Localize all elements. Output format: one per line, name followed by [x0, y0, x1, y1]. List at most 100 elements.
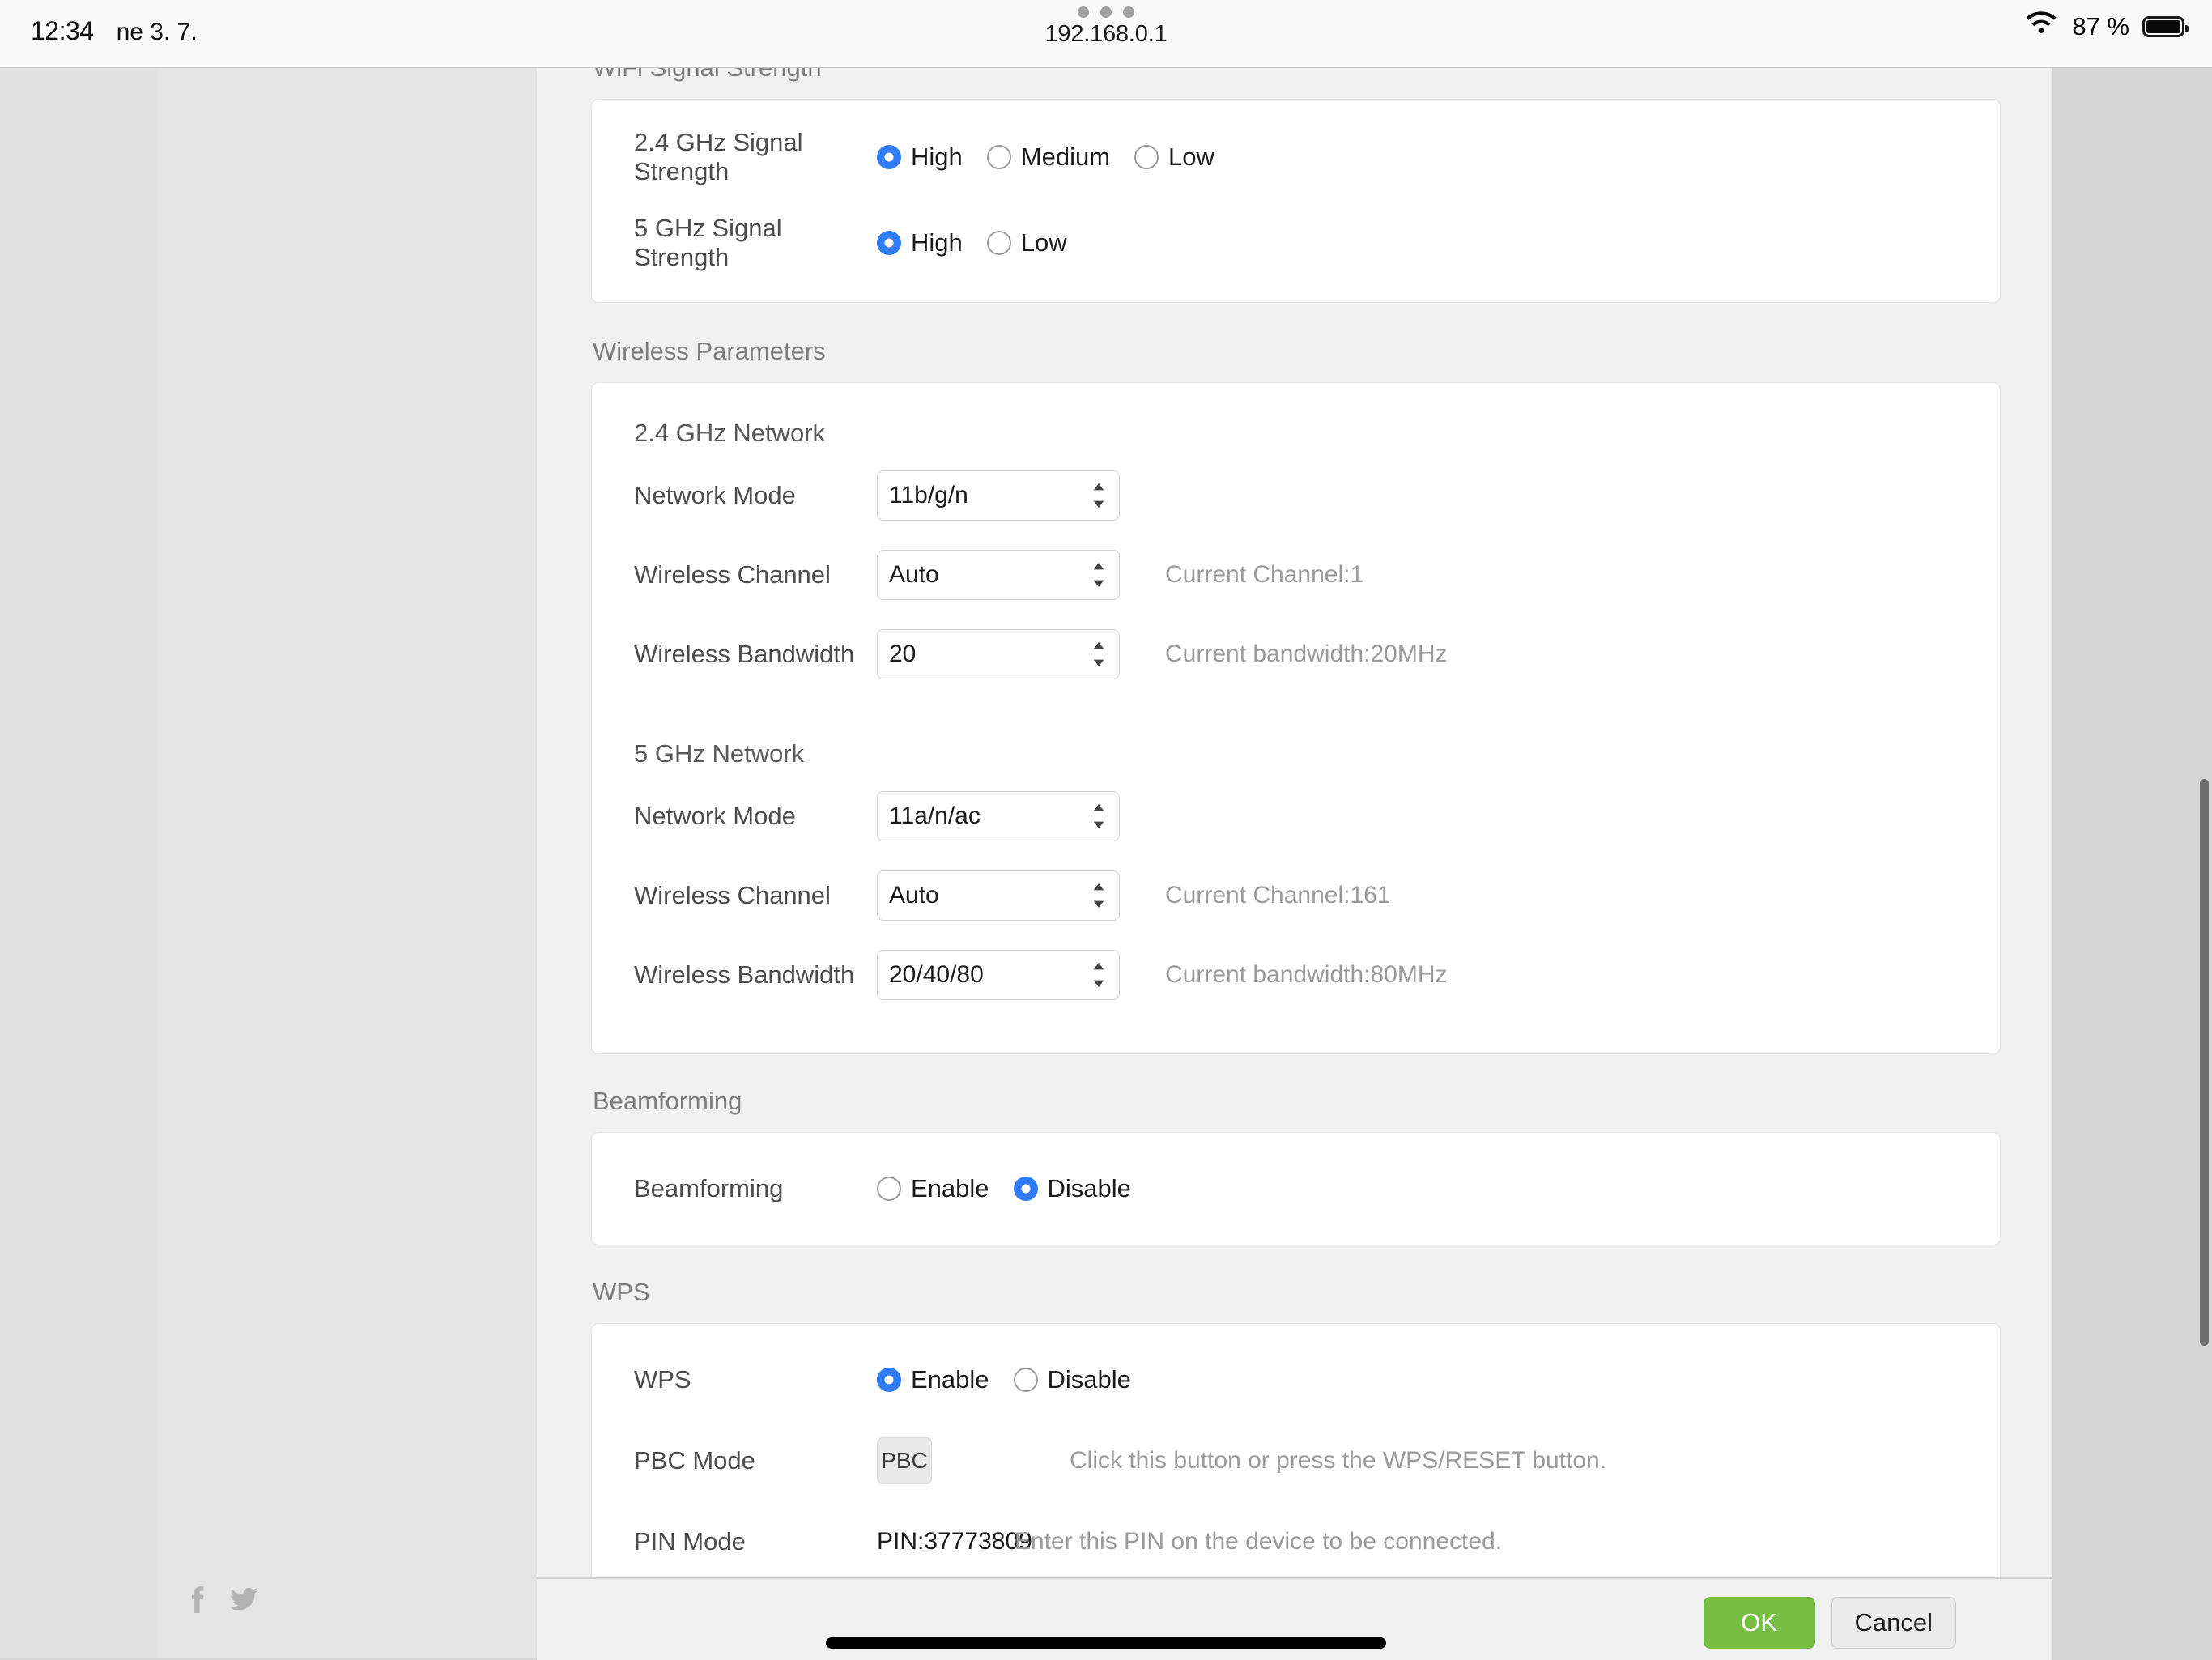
multitask-dots-icon[interactable]	[0, 6, 2212, 18]
status-bar-right: 87 %	[2023, 11, 2189, 41]
battery-percent-label: 87 %	[2072, 11, 2129, 40]
subheading-5ghz-network: 5 GHz Network	[634, 739, 805, 768]
footer-actions: OK Cancel	[1703, 1597, 1956, 1649]
status-bar-center: 192.168.0.1	[0, 6, 2212, 48]
label-network-mode: Network Mode	[634, 481, 796, 509]
radio-beamforming-enable[interactable]: Enable	[877, 1174, 989, 1203]
select-value: 11b/g/n	[889, 482, 968, 509]
ios-status-bar: 12:34 ne 3. 7. 192.168.0.1 87 %	[0, 0, 2212, 68]
radio-group-5ghz-signal: High Low	[877, 228, 1067, 258]
select-24ghz-wireless-channel[interactable]: Auto	[877, 550, 1120, 600]
radio-dot	[986, 231, 1011, 255]
row-pin-mode: PIN Mode PIN:37773809 Enter this PIN on …	[592, 1507, 2000, 1577]
pin-value: PIN:37773809	[877, 1528, 1032, 1555]
settings-scroll-area[interactable]: WiFi Signal Strength 2.4 GHz Signal Stre…	[537, 68, 2052, 1577]
vertical-scrollbar[interactable]	[2200, 779, 2209, 1346]
row-wps-toggle: WPS Enable Disable	[592, 1345, 2000, 1415]
chevron-updown-icon	[1091, 882, 1106, 909]
hint-pin-mode: Enter this PIN on the device to be conne…	[1015, 1528, 1503, 1555]
hint-24ghz-current-channel: Current Channel:1	[1165, 561, 1364, 588]
radio-label: Enable	[911, 1174, 989, 1202]
chevron-updown-icon	[1091, 641, 1106, 668]
radio-5ghz-high[interactable]: High	[877, 228, 963, 258]
settings-content: WiFi Signal Strength 2.4 GHz Signal Stre…	[537, 68, 2052, 1577]
radio-label: Low	[1020, 228, 1067, 257]
address-label[interactable]: 192.168.0.1	[0, 21, 2212, 48]
radio-wps-enable[interactable]: Enable	[877, 1365, 989, 1394]
radio-dot-selected	[877, 231, 901, 255]
card-wireless-parameters: 2.4 GHz Network Network Mode 11b/g/n Wir…	[591, 382, 2001, 1054]
row-5ghz-signal-strength: 5 GHz Signal Strength High Low	[592, 208, 2000, 278]
facebook-icon[interactable]	[186, 1586, 207, 1617]
chevron-updown-icon	[1091, 482, 1106, 509]
wifi-icon	[2023, 11, 2059, 41]
hint-24ghz-current-bandwidth: Current bandwidth:20MHz	[1165, 641, 1448, 667]
radio-dot	[986, 145, 1011, 169]
label-wireless-channel: Wireless Channel	[634, 560, 831, 589]
radio-beamforming-disable[interactable]: Disable	[1013, 1174, 1131, 1203]
radio-24ghz-high[interactable]: High	[877, 143, 963, 172]
radio-group-beamforming: Enable Disable	[877, 1174, 1131, 1203]
radio-group-wps: Enable Disable	[877, 1365, 1131, 1394]
radio-label: High	[911, 228, 963, 257]
label-24ghz-signal-strength: 2.4 GHz Signal Strength	[634, 128, 803, 185]
row-5ghz-wireless-channel: Wireless Channel Auto Current Channel:16…	[592, 861, 2000, 930]
radio-dot	[1134, 145, 1159, 169]
section-title-wireless-parameters: Wireless Parameters	[593, 337, 826, 365]
radio-5ghz-low[interactable]: Low	[986, 228, 1067, 258]
battery-icon	[2142, 15, 2189, 37]
radio-dot	[1013, 1368, 1038, 1392]
router-settings-page: WiFi Signal Strength 2.4 GHz Signal Stre…	[537, 68, 2052, 1660]
home-indicator	[826, 1637, 1386, 1649]
select-5ghz-wireless-bandwidth[interactable]: 20/40/80	[877, 950, 1120, 1000]
radio-label: Disable	[1047, 1365, 1131, 1394]
ok-button[interactable]: OK	[1703, 1597, 1815, 1649]
radio-24ghz-medium[interactable]: Medium	[986, 143, 1111, 172]
select-value: Auto	[889, 882, 939, 909]
radio-dot-selected	[877, 1368, 901, 1392]
row-5ghz-network-mode: Network Mode 11a/n/ac	[592, 781, 2000, 851]
row-beamforming: Beamforming Enable Disable	[592, 1154, 2000, 1224]
chevron-updown-icon	[1091, 802, 1106, 830]
section-title-wps: WPS	[593, 1278, 650, 1306]
select-24ghz-wireless-bandwidth[interactable]: 20	[877, 629, 1120, 679]
radio-label: Low	[1168, 143, 1214, 171]
label-network-mode: Network Mode	[634, 802, 796, 830]
label-pin-mode: PIN Mode	[634, 1527, 746, 1556]
radio-dot-selected	[877, 145, 901, 169]
label-wireless-channel: Wireless Channel	[634, 881, 831, 909]
cancel-button[interactable]: Cancel	[1831, 1597, 1956, 1649]
social-links	[186, 1586, 257, 1617]
select-5ghz-network-mode[interactable]: 11a/n/ac	[877, 791, 1120, 841]
select-value: 11a/n/ac	[889, 802, 981, 829]
select-value: 20/40/80	[889, 961, 984, 988]
select-5ghz-wireless-channel[interactable]: Auto	[877, 870, 1120, 921]
radio-dot	[877, 1177, 901, 1201]
label-5ghz-signal-strength: 5 GHz Signal Strength	[634, 214, 782, 271]
radio-label: Disable	[1047, 1174, 1131, 1202]
row-24ghz-wireless-channel: Wireless Channel Auto Current Channel:1	[592, 540, 2000, 610]
pbc-button[interactable]: PBC	[877, 1437, 932, 1484]
select-value: 20	[889, 641, 917, 667]
radio-dot-selected	[1013, 1177, 1038, 1201]
radio-label: Enable	[911, 1365, 989, 1394]
twitter-icon[interactable]	[230, 1586, 257, 1617]
select-value: Auto	[889, 561, 939, 588]
section-title-wifi-signal-strength: WiFi Signal Strength	[537, 68, 2052, 84]
row-pbc-mode: PBC Mode PBC Click this button or press …	[592, 1426, 2000, 1496]
radio-label: Medium	[1020, 143, 1111, 171]
label-beamforming: Beamforming	[634, 1174, 784, 1202]
card-wifi-signal-strength: 2.4 GHz Signal Strength High Medium Low …	[591, 99, 2001, 303]
left-rail	[0, 68, 157, 1658]
label-wps: WPS	[634, 1365, 691, 1394]
label-wireless-bandwidth: Wireless Bandwidth	[634, 640, 855, 668]
radio-wps-disable[interactable]: Disable	[1013, 1365, 1131, 1394]
label-pbc-mode: PBC Mode	[634, 1446, 755, 1475]
radio-24ghz-low[interactable]: Low	[1134, 143, 1214, 172]
card-wps: WPS Enable Disable PBC Mode PBC Click th…	[591, 1323, 2001, 1577]
hint-pbc-mode: Click this button or press the WPS/RESET…	[1070, 1447, 1607, 1474]
hint-5ghz-current-bandwidth: Current bandwidth:80MHz	[1165, 961, 1448, 988]
label-wireless-bandwidth: Wireless Bandwidth	[634, 960, 855, 989]
chevron-updown-icon	[1091, 961, 1106, 989]
select-24ghz-network-mode[interactable]: 11b/g/n	[877, 470, 1120, 521]
